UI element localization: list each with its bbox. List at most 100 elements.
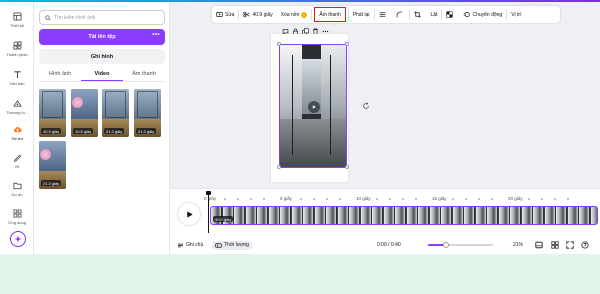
- rotate-icon[interactable]: [362, 102, 370, 110]
- search-input[interactable]: Tìm kiếm hình ảnh: [39, 10, 165, 25]
- resize-handle[interactable]: [345, 165, 349, 169]
- playback-button[interactable]: Phát lại: [349, 6, 374, 23]
- clip-frame: [234, 207, 245, 224]
- playhead[interactable]: [208, 193, 209, 233]
- resize-handle[interactable]: [277, 42, 281, 46]
- playback-label: Phát lại: [352, 11, 370, 18]
- clip-frame: [441, 207, 452, 224]
- rail-item-text[interactable]: Văn bản: [0, 70, 34, 96]
- brand-icon: [12, 99, 22, 107]
- resize-handle[interactable]: [345, 42, 349, 46]
- video-clip-track[interactable]: 40.9 giây: [210, 206, 598, 225]
- clip-frame: [464, 207, 475, 224]
- rail-label: Thiết kế: [9, 23, 25, 28]
- remove-background-label: Xóa nền: [280, 11, 300, 18]
- rail-label: Tải lên: [10, 136, 23, 141]
- ruler-dot: [465, 198, 467, 200]
- corner-rounding-button[interactable]: [392, 6, 409, 23]
- trim-duration-button[interactable]: 40.9 giây: [239, 6, 276, 23]
- rail-label: Dự án: [11, 192, 23, 197]
- transparency-button[interactable]: [442, 6, 459, 23]
- remove-background-button[interactable]: Xóa nền: [277, 6, 312, 23]
- ruler-dot: [452, 198, 454, 200]
- clip-frame: [544, 207, 556, 224]
- clip-frame: [475, 207, 487, 224]
- duration-button[interactable]: Thời lượng: [212, 240, 252, 250]
- clip-frame: [326, 207, 337, 224]
- rail-item-draw[interactable]: Vẽ: [0, 153, 34, 179]
- tab-images[interactable]: Hình ảnh: [39, 68, 81, 81]
- thumbnail-frame: [105, 91, 126, 118]
- upload-cloud-icon: [13, 127, 22, 133]
- clip-frame: [418, 207, 429, 224]
- position-button[interactable]: Vị trí: [507, 6, 525, 23]
- audio-button[interactable]: Âm thanh: [314, 7, 346, 22]
- search-icon: [45, 14, 51, 21]
- duration-label: 40.9 giây: [252, 11, 273, 18]
- rail-item-elements[interactable]: Thành phần: [0, 41, 34, 67]
- selected-video[interactable]: [279, 44, 347, 168]
- thumbnail-frame: [137, 91, 158, 118]
- clip-frame: [579, 207, 590, 224]
- rail-item-uploads[interactable]: Tải lên: [0, 125, 34, 151]
- upload-files-button[interactable]: Tải lên tệp •••: [39, 29, 165, 45]
- help-icon[interactable]: [581, 241, 589, 249]
- edit-label: Sửa: [225, 11, 235, 18]
- fullscreen-icon[interactable]: [566, 241, 574, 249]
- rail-label: Văn bản: [9, 81, 25, 86]
- ruler-dot: [491, 198, 493, 200]
- video-play-button[interactable]: [308, 101, 320, 113]
- resize-handle[interactable]: [277, 165, 281, 169]
- layout-icon: [12, 12, 22, 21]
- zoom-slider[interactable]: [428, 242, 493, 248]
- video-thumbnail[interactable]: 21.3 giây: [39, 141, 66, 189]
- clip-frame: [533, 207, 544, 224]
- elements-icon: [12, 41, 22, 50]
- record-label: Ghi hình: [90, 53, 114, 60]
- timeline-play-button[interactable]: [178, 203, 200, 225]
- clip-frame: [314, 207, 326, 224]
- record-button[interactable]: Ghi hình: [39, 49, 165, 64]
- video-thumbnail[interactable]: 40.9 giây: [39, 89, 66, 137]
- ruler-dot: [339, 198, 341, 200]
- thumbnail-frame: [42, 91, 63, 118]
- magic-button[interactable]: [10, 231, 26, 247]
- timeline: 0 giây 5 giây 10 giây 15 giây 20 giây 40…: [170, 188, 600, 236]
- notes-button[interactable]: Ghi chú: [177, 242, 203, 249]
- video-thumbnail[interactable]: 10.5 giây: [71, 89, 98, 137]
- zoom-percent: 21%: [513, 242, 524, 248]
- rail-item-design[interactable]: Thiết kế: [0, 12, 34, 38]
- ruler-dot: [389, 198, 391, 200]
- crop-button[interactable]: [410, 6, 427, 23]
- rail-item-brand[interactable]: Thương hi...: [0, 99, 34, 125]
- clip-frame: [510, 207, 521, 224]
- video-thumbnail[interactable]: 21.3 giây: [102, 89, 129, 137]
- ruler-dot: [300, 198, 302, 200]
- tab-audio[interactable]: Âm thanh: [123, 68, 165, 81]
- ruler-dot: [263, 198, 265, 200]
- clip-duration: 40.9 giây: [213, 216, 234, 222]
- video-thumbnail[interactable]: 21.3 giây: [134, 89, 161, 137]
- border-style-button[interactable]: [375, 6, 392, 23]
- flip-button[interactable]: Lật: [427, 6, 442, 23]
- notes-label: Ghi chú: [186, 242, 204, 248]
- more-options-icon[interactable]: •••: [152, 32, 160, 38]
- notes-icon: [178, 243, 183, 247]
- play-icon: [186, 210, 193, 218]
- tab-videos[interactable]: Video: [81, 68, 123, 81]
- zoom-slider-knob[interactable]: [443, 242, 450, 248]
- apps-icon: [12, 209, 22, 218]
- grid-view-icon[interactable]: [551, 241, 559, 249]
- ruler-dot: [415, 198, 417, 200]
- rail-item-projects[interactable]: Dự án: [0, 181, 34, 207]
- page-grid-icon[interactable]: [535, 241, 543, 249]
- text-icon: [13, 71, 21, 79]
- upload-files-label: Tải lên tệp: [88, 34, 116, 40]
- clip-frame: [337, 207, 349, 224]
- edit-button[interactable]: Sửa: [212, 6, 238, 23]
- clip-frame: [280, 207, 291, 224]
- clip-frame: [590, 207, 597, 224]
- clip-frame: [303, 207, 314, 224]
- animate-button[interactable]: Chuyển động: [459, 6, 506, 23]
- sparkle-icon: [14, 235, 22, 243]
